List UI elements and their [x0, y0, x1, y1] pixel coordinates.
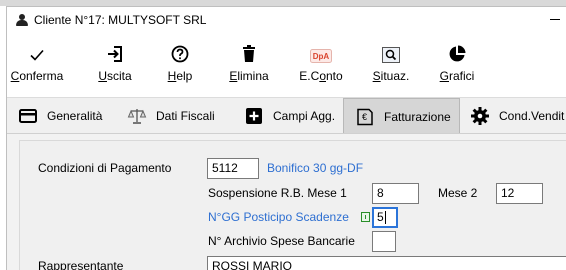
tab-label: Fatturazione — [384, 109, 451, 124]
user-icon — [15, 13, 29, 27]
checkmark-icon — [17, 33, 57, 63]
customer-window: Cliente N°17: MULTYSOFT SRL Conferma Usc… — [6, 6, 566, 270]
window-title: Cliente N°17: MULTYSOFT SRL — [34, 13, 207, 27]
month1-field[interactable]: 8 — [372, 183, 419, 204]
month2-field[interactable]: 12 — [496, 183, 543, 204]
scale-icon — [126, 105, 148, 127]
deferral-days-field[interactable]: 5 — [372, 207, 398, 228]
search-icon — [371, 33, 411, 63]
confirm-button[interactable]: Conferma — [11, 33, 63, 95]
lookup-icon[interactable] — [361, 212, 370, 222]
exit-button[interactable]: Uscita — [95, 33, 135, 95]
exit-icon — [95, 33, 135, 63]
agent-field[interactable]: ROSSI MARIO — [207, 256, 566, 270]
minimize-button[interactable] — [550, 19, 560, 20]
svg-text:DpA: DpA — [313, 52, 330, 61]
billing-content: Condizioni di Pagamento 5112 Bonifico 30… — [7, 133, 566, 270]
month2-label: Mese 2 — [438, 186, 478, 200]
invoice-icon: € — [354, 106, 376, 128]
bank-fees-field[interactable] — [372, 231, 396, 252]
tab-fatturazione[interactable]: € Fatturazione — [343, 98, 460, 134]
tab-dati-fiscali[interactable]: Dati Fiscali — [116, 98, 223, 134]
payment-description: Bonifico 30 gg-DF — [267, 161, 364, 175]
help-button[interactable]: Help — [162, 33, 198, 95]
account-statement-button[interactable]: DpA E.Conto — [294, 33, 348, 95]
plus-box-icon — [243, 105, 265, 127]
cog-icon — [469, 105, 491, 127]
deferral-label: N°GG Posticipo Scadenze — [208, 210, 349, 224]
svg-text:€: € — [362, 112, 367, 122]
delete-button[interactable]: Elimina — [227, 33, 271, 95]
tab-bar: Generalità Dati Fiscali Campi Agg. € Fat… — [7, 97, 566, 134]
tab-generalita[interactable]: Generalità — [7, 98, 110, 134]
card-icon — [17, 105, 39, 127]
help-icon — [160, 33, 200, 63]
toolbar: Conferma Uscita Help Elimina DpA E.Conto — [7, 33, 566, 95]
payment-conditions-label: Condizioni di Pagamento — [38, 161, 172, 175]
trash-icon — [229, 33, 269, 63]
dpa-icon: DpA — [301, 33, 341, 63]
suspension-label: Sospensione R.B. Mese 1 — [208, 186, 347, 200]
pie-chart-icon — [437, 33, 477, 63]
agent-label: Rappresentante — [38, 259, 124, 270]
title-bar: Cliente N°17: MULTYSOFT SRL — [7, 7, 566, 33]
charts-button[interactable]: Grafici — [437, 33, 477, 95]
tab-label: Generalità — [47, 109, 103, 123]
tab-label: Campi Agg. — [273, 109, 336, 123]
tab-label: Cond.Vendit — [499, 109, 565, 123]
tab-campi-agg[interactable]: Campi Agg. — [233, 98, 343, 134]
billing-panel: Condizioni di Pagamento 5112 Bonifico 30… — [19, 140, 566, 270]
payment-code-field[interactable]: 5112 — [207, 158, 259, 179]
bank-fees-label: N° Archivio Spese Bancarie — [208, 234, 355, 248]
tab-cond-vendita[interactable]: Cond.Vendit — [459, 98, 566, 134]
tab-label: Dati Fiscali — [156, 109, 215, 123]
situation-button[interactable]: Situaz. — [369, 33, 413, 95]
